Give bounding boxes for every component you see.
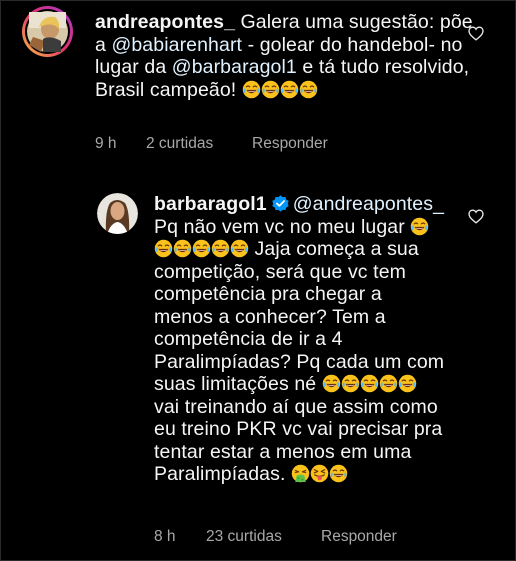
face-with-tears-of-joy-icon	[341, 374, 360, 393]
face-with-tears-of-joy-icon	[379, 374, 398, 393]
face-with-tears-of-joy-icon	[173, 239, 192, 258]
likes-count[interactable]: 23 curtidas	[206, 528, 321, 546]
mention-link[interactable]: @barbaragol1	[172, 56, 297, 78]
username[interactable]: andreapontes_	[95, 11, 235, 33]
reply-button[interactable]: Responder	[321, 528, 397, 546]
timestamp: 9 h	[95, 135, 117, 152]
face-vomiting-icon	[291, 464, 310, 483]
squinting-face-with-tongue-icon	[310, 464, 329, 483]
face-with-tears-of-joy-icon	[242, 80, 261, 99]
face-with-tears-of-joy-icon	[299, 80, 318, 99]
comment-barbaragol1: barbaragol1 @andreapontes_ Pq não vem vc …	[1, 181, 515, 560]
comments-panel: andreapontes_ Galera uma sugestão: põe a…	[0, 0, 516, 561]
verified-badge-icon	[272, 195, 289, 212]
avatar[interactable]	[97, 193, 138, 234]
avatar[interactable]	[21, 5, 74, 58]
face-with-tears-of-joy-icon	[322, 374, 341, 393]
reply-button[interactable]: Responder	[252, 135, 328, 153]
face-with-tears-of-joy-icon	[261, 80, 280, 99]
comment-meta: 8 h 23 curtidas Responder	[154, 528, 397, 546]
mention-link[interactable]: @andreapontes_	[293, 193, 444, 215]
comment-text: andreapontes_ Galera uma sugestão: põe a…	[95, 11, 479, 101]
face-with-tears-of-joy-icon	[329, 464, 348, 483]
likes-count[interactable]: 2 curtidas	[146, 135, 252, 153]
face-with-tears-of-joy-icon	[410, 217, 429, 236]
comment-meta: 9 h 2 curtidas Responder	[95, 135, 328, 153]
face-with-tears-of-joy-icon	[192, 239, 211, 258]
heart-outline-icon[interactable]	[468, 26, 484, 41]
mention-link[interactable]: @babiarenhart	[111, 34, 242, 56]
face-with-tears-of-joy-icon	[360, 374, 379, 393]
username[interactable]: barbaragol1	[154, 193, 267, 215]
heart-outline-icon[interactable]	[468, 209, 484, 224]
face-with-tears-of-joy-icon	[211, 239, 230, 258]
face-with-tears-of-joy-icon	[154, 239, 173, 258]
face-with-tears-of-joy-icon	[230, 239, 249, 258]
face-with-tears-of-joy-icon	[398, 374, 417, 393]
comment-text: barbaragol1 @andreapontes_ Pq não vem vc …	[154, 193, 450, 485]
face-with-tears-of-joy-icon	[280, 80, 299, 99]
comment-andreapontes: andreapontes_ Galera uma sugestão: põe a…	[1, 1, 515, 171]
timestamp: 8 h	[154, 528, 176, 545]
